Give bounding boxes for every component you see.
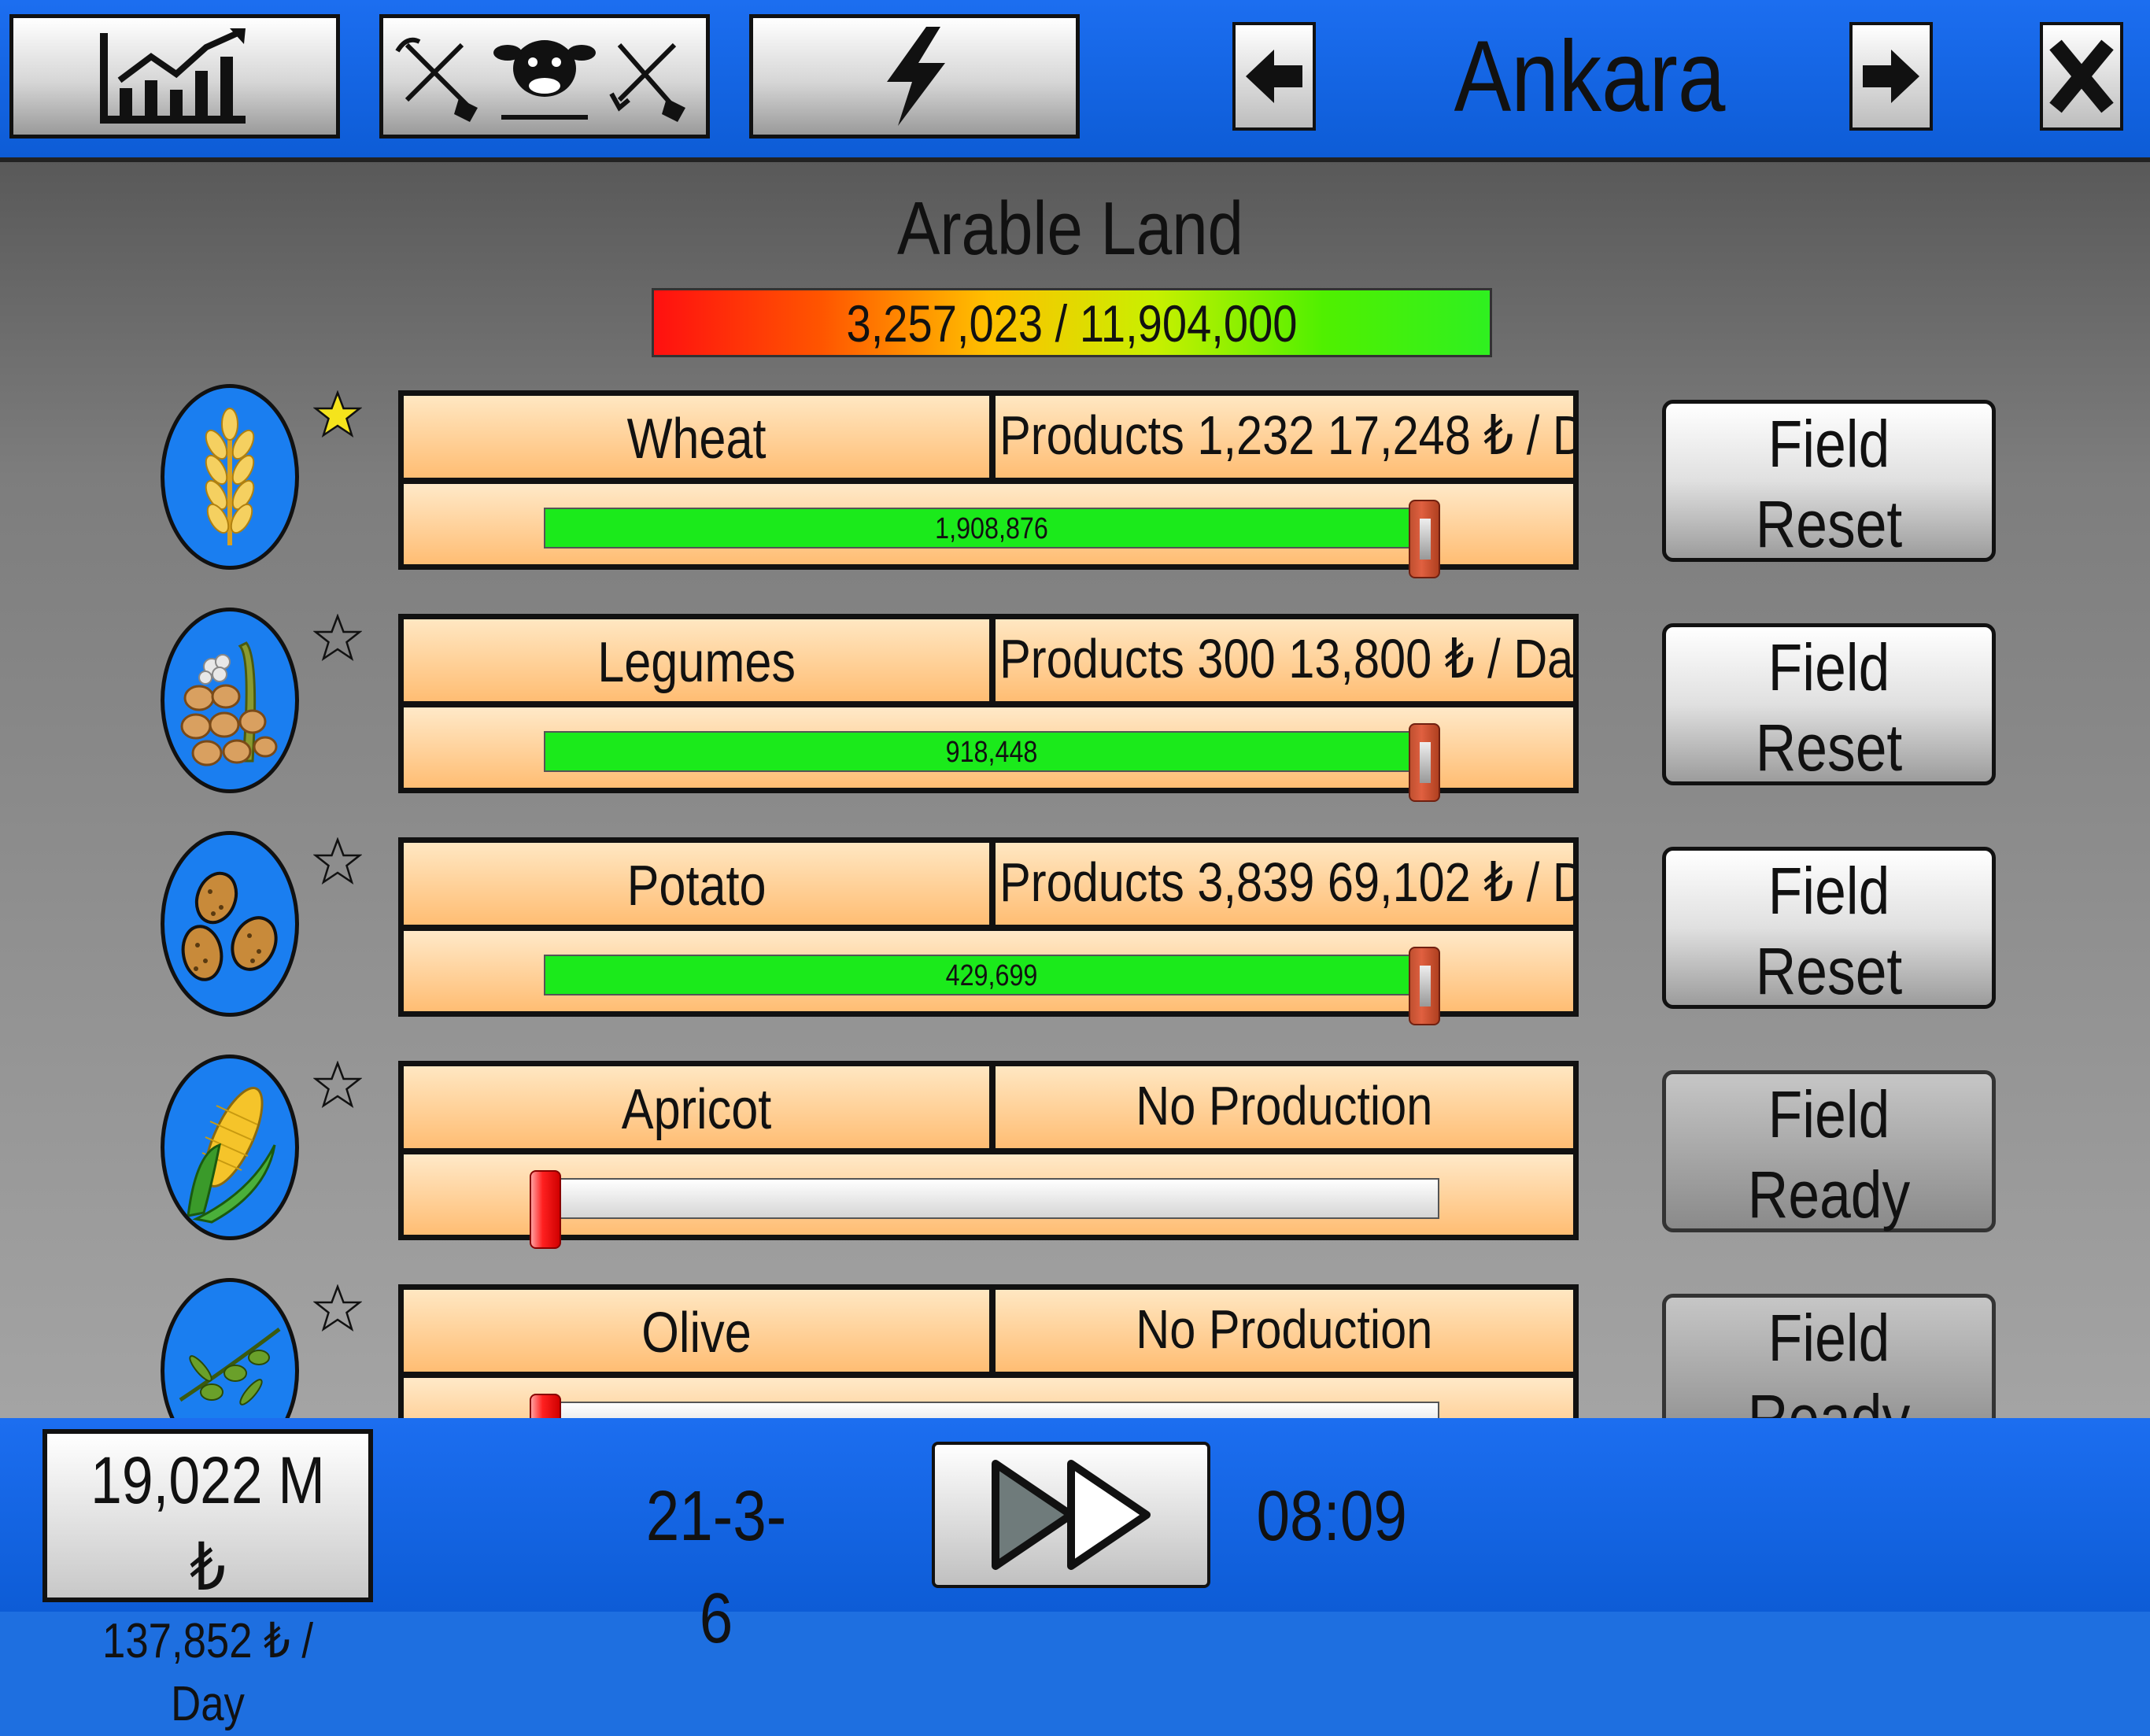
- panel-title: Arable Land: [896, 187, 1244, 271]
- area-value: 429,699: [945, 959, 1038, 992]
- statistics-button[interactable]: [9, 14, 340, 139]
- crop-area-slider[interactable]: 429,699: [404, 931, 1573, 1025]
- slider-track[interactable]: [530, 1394, 1439, 1418]
- money-panel[interactable]: 19,022 M ₺ 137,852 ₺ / Day: [42, 1429, 373, 1731]
- line-chart-icon: [100, 28, 246, 124]
- arable-land-panel: Arable Land 3,257,023 / 11,904,000 Wheat…: [0, 157, 2150, 1418]
- crop-area-slider[interactable]: [404, 1154, 1573, 1249]
- city-name: Ankara: [1454, 20, 1726, 133]
- fast-forward-icon: [992, 1460, 1151, 1570]
- close-x-icon: [2049, 39, 2114, 113]
- arrow-left-icon: [1246, 50, 1302, 103]
- favorite-star-icon[interactable]: [313, 837, 362, 886]
- slider-track[interactable]: 918,448: [544, 723, 1440, 802]
- slider-handle[interactable]: [530, 1394, 561, 1418]
- money-total: 19,022 M ₺: [91, 1443, 325, 1604]
- next-city-button[interactable]: [1849, 22, 1933, 131]
- field-ready-button[interactable]: Field Ready: [1662, 1070, 1996, 1232]
- field-ready-button[interactable]: Field Ready: [1662, 1294, 1996, 1418]
- crop-production-info: Products 300 13,800 ₺ / Day: [996, 619, 1573, 701]
- slider-handle[interactable]: [1408, 723, 1440, 802]
- slider-handle[interactable]: [1408, 500, 1440, 578]
- crop-name: Apricot: [404, 1066, 989, 1148]
- bottom-bar: 19,022 M ₺ 137,852 ₺ / Day 21-3-6 08:09: [0, 1418, 2150, 1731]
- money-rate: 137,852 ₺ / Day: [102, 1614, 313, 1731]
- crop-row-apricot: Apricot No Production: [398, 1061, 1579, 1249]
- fast-forward-button[interactable]: [932, 1442, 1210, 1588]
- favorite-star-icon[interactable]: [313, 1061, 362, 1110]
- field-reset-button[interactable]: Field Reset: [1662, 623, 1996, 785]
- crop-name: Potato: [404, 843, 989, 925]
- crop-name: Olive: [404, 1290, 989, 1372]
- crop-row-legumes: Legumes Products 300 13,800 ₺ / Day 918,…: [398, 614, 1579, 802]
- corn-icon[interactable]: [161, 1055, 299, 1240]
- crop-production-info: No Production: [996, 1066, 1573, 1148]
- crop-area-slider[interactable]: 918,448: [404, 707, 1573, 802]
- favorite-star-icon[interactable]: [313, 614, 362, 663]
- field-reset-button[interactable]: Field Reset: [1662, 400, 1996, 562]
- legumes-icon[interactable]: [161, 608, 299, 793]
- olive-icon[interactable]: [161, 1278, 299, 1418]
- crop-area-slider[interactable]: 1,908,876: [404, 484, 1573, 578]
- wheat-icon[interactable]: [161, 384, 299, 570]
- crop-name: Wheat: [404, 396, 989, 478]
- slider-handle[interactable]: [530, 1170, 561, 1249]
- energy-button[interactable]: [749, 14, 1080, 139]
- crop-name: Legumes: [404, 619, 989, 701]
- game-date: 21-3-6: [645, 1477, 787, 1658]
- slider-track[interactable]: [530, 1170, 1439, 1249]
- area-value: 918,448: [945, 736, 1038, 769]
- slider-track[interactable]: 1,908,876: [544, 500, 1440, 578]
- close-button[interactable]: [2040, 22, 2123, 131]
- land-usage-bar: 3,257,023 / 11,904,000: [652, 288, 1492, 357]
- crop-production-info: Products 1,232 17,248 ₺ / Day: [996, 396, 1573, 478]
- game-time: 08:09: [1256, 1477, 1407, 1556]
- farming-tools-cow-icon: [395, 37, 685, 122]
- arrow-right-icon: [1863, 50, 1919, 103]
- area-value: 1,908,876: [935, 512, 1048, 545]
- crop-row-olive: Olive No Production: [398, 1284, 1579, 1418]
- favorite-star-icon[interactable]: [313, 1284, 362, 1333]
- crop-production-info: No Production: [996, 1290, 1573, 1372]
- top-bar: Ankara: [0, 0, 2150, 157]
- crop-row-wheat: Wheat Products 1,232 17,248 ₺ / Day 1,90…: [398, 390, 1579, 578]
- land-usage-value: 3,257,023 / 11,904,000: [846, 294, 1298, 353]
- crop-production-info: Products 3,839 69,102 ₺ / Day: [996, 843, 1573, 925]
- slider-handle[interactable]: [1408, 947, 1440, 1025]
- crop-row-potato: Potato Products 3,839 69,102 ₺ / Day 429…: [398, 837, 1579, 1025]
- crop-area-slider[interactable]: [404, 1378, 1573, 1418]
- favorite-star-icon[interactable]: [313, 390, 362, 439]
- potato-icon[interactable]: [161, 831, 299, 1017]
- previous-city-button[interactable]: [1232, 22, 1316, 131]
- lightning-bolt-icon: [887, 27, 945, 126]
- field-reset-button[interactable]: Field Reset: [1662, 847, 1996, 1009]
- slider-track[interactable]: 429,699: [544, 947, 1440, 1025]
- farming-button[interactable]: [379, 14, 710, 139]
